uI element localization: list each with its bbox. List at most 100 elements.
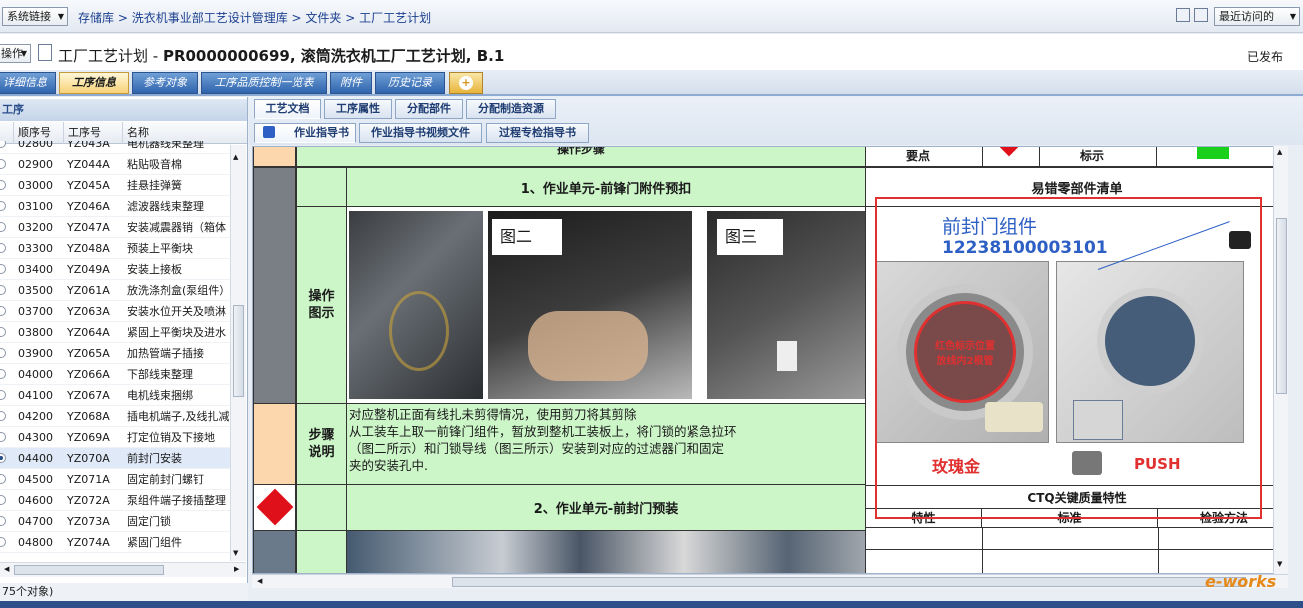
scroll-thumb[interactable] xyxy=(233,305,244,397)
scroll-thumb[interactable] xyxy=(14,565,164,575)
row-radio[interactable] xyxy=(0,432,6,442)
scroll-up-icon[interactable]: ▲ xyxy=(1277,148,1282,156)
row-radio[interactable] xyxy=(0,495,6,505)
table-row[interactable]: 03800 YZ064A 紧固上平衡块及进水 xyxy=(0,322,230,343)
scroll-left-icon[interactable]: ◀ xyxy=(4,565,9,573)
cell-seq: 04400 xyxy=(18,452,53,465)
row-radio[interactable] xyxy=(0,453,6,463)
list-icon[interactable] xyxy=(1194,8,1208,22)
work-instruction-document: 操作步骤 1、作业单元-前锋门附件预扣 操作图示 图二 图三 步骤说明 对应整机… xyxy=(252,146,1288,574)
tab-assigned-resources[interactable]: 分配制造资源 xyxy=(466,99,556,119)
row-radio[interactable] xyxy=(0,516,6,526)
cell-op: YZ066A xyxy=(67,368,110,381)
row-radio[interactable] xyxy=(0,201,6,211)
row-radio[interactable] xyxy=(0,348,6,358)
scroll-down-icon[interactable]: ▼ xyxy=(1277,560,1282,568)
row-radio[interactable] xyxy=(0,474,6,484)
row-radio[interactable] xyxy=(0,390,6,400)
breadcrumb-repository[interactable]: 存储库 xyxy=(78,11,114,25)
breadcrumb-current[interactable]: 工厂工艺计划 xyxy=(359,11,431,25)
unit1-title: 1、作业单元-前锋门附件预扣 xyxy=(346,167,866,207)
cell-op: YZ044A xyxy=(67,158,110,171)
tab-attachments[interactable]: 附件 xyxy=(330,72,372,94)
row-radio[interactable] xyxy=(0,243,6,253)
table-row[interactable]: 03000 YZ045A 挂悬挂弹簧 xyxy=(0,175,230,196)
table-row[interactable]: 04500 YZ071A 固定前封门螺钉 xyxy=(0,469,230,490)
horizontal-scrollbar[interactable]: ◀ ▶ xyxy=(0,562,246,577)
table-row[interactable]: 03700 YZ063A 安装水位开关及喷淋 xyxy=(0,301,230,322)
cell-name: 插电机端子,及线扎减 xyxy=(127,410,229,423)
status-badge: 已发布 xyxy=(1246,50,1283,64)
table-row[interactable]: 04300 YZ069A 打定位销及下接地 xyxy=(0,427,230,448)
table-row[interactable]: 04700 YZ073A 固定门锁 xyxy=(0,511,230,532)
vertical-scrollbar[interactable]: ▲ ▼ xyxy=(230,145,246,561)
row-radio[interactable] xyxy=(0,159,6,169)
scroll-up-icon[interactable]: ▲ xyxy=(233,153,238,161)
tab-assigned-parts[interactable]: 分配部件 xyxy=(395,99,463,119)
tab-details[interactable]: 详细信息 xyxy=(0,72,56,94)
wrench-icon xyxy=(263,126,275,138)
table-row[interactable]: 04800 YZ074A 紧固门组件 xyxy=(0,532,230,553)
row-radio[interactable] xyxy=(0,180,6,190)
table-row[interactable]: 03100 YZ046A 滤波器线束整理 xyxy=(0,196,230,217)
table-row[interactable]: 03500 YZ061A 放洗涤剂盒(泵组件） xyxy=(0,280,230,301)
cell-seq: 03000 xyxy=(18,179,53,192)
row-radio[interactable] xyxy=(0,141,6,148)
row-radio[interactable] xyxy=(0,369,6,379)
diagram-label: 操作图示 xyxy=(296,206,347,404)
tab-references[interactable]: 参考对象 xyxy=(132,72,198,94)
side-photo xyxy=(253,167,296,404)
row-radio[interactable] xyxy=(0,285,6,295)
document-horizontal-scrollbar[interactable]: ◀ xyxy=(252,574,1288,588)
tab-operations[interactable]: 工序信息 xyxy=(59,72,129,94)
row-radio[interactable] xyxy=(0,222,6,232)
tab-work-instruction[interactable]: 作业指导书 xyxy=(254,123,356,143)
tab-instruction-video[interactable]: 作业指导书视频文件 xyxy=(359,123,482,143)
table-row[interactable]: 02900 YZ044A 粘贴吸音棉 xyxy=(0,154,230,175)
scroll-thumb[interactable] xyxy=(1276,218,1287,394)
key-mark-cell xyxy=(253,484,296,531)
tab-history[interactable]: 历史记录 xyxy=(375,72,445,94)
breadcrumb-folder[interactable]: 文件夹 xyxy=(305,11,341,25)
table-row[interactable]: 03400 YZ049A 安装上接板 xyxy=(0,259,230,280)
actions-dropdown[interactable]: 操作 ▼ xyxy=(0,44,31,63)
table-row[interactable]: 04600 YZ072A 泵组件端子接插整理 xyxy=(0,490,230,511)
cell-name: 滤波器线束整理 xyxy=(127,200,204,213)
tab-inspection-guide[interactable]: 过程专检指导书 xyxy=(486,123,589,143)
system-links-dropdown[interactable]: 系统链接 ▼ xyxy=(2,7,68,26)
document-vertical-scrollbar[interactable]: ▲ ▼ xyxy=(1273,146,1288,574)
tab-op-attributes[interactable]: 工序属性 xyxy=(324,99,392,119)
table-row[interactable]: 04000 YZ066A 下部线束整理 xyxy=(0,364,230,385)
row-radio[interactable] xyxy=(0,411,6,421)
row-radio[interactable] xyxy=(0,306,6,316)
table-row[interactable]: 04200 YZ068A 插电机端子,及线扎减 xyxy=(0,406,230,427)
table-row[interactable]: 03200 YZ047A 安装减震器销（箱体 xyxy=(0,217,230,238)
row-radio[interactable] xyxy=(0,537,6,547)
table-row[interactable]: 04400 YZ070A 前封门安装 xyxy=(0,448,230,469)
cell-name: 安装减震器销（箱体 xyxy=(127,221,226,234)
window-icon[interactable] xyxy=(1176,8,1190,22)
scroll-left-icon[interactable]: ◀ xyxy=(257,577,262,585)
recent-dropdown[interactable]: 最近访问的 ▼ xyxy=(1214,7,1300,26)
table-row[interactable]: 03300 YZ048A 预装上平衡块 xyxy=(0,238,230,259)
cell-op: YZ065A xyxy=(67,347,110,360)
scroll-down-icon[interactable]: ▼ xyxy=(233,549,238,557)
unit2-title: 2、作业单元-前封门预装 xyxy=(346,484,866,531)
red-diamond-icon xyxy=(256,488,294,526)
taskbar xyxy=(0,601,1303,608)
row-radio[interactable] xyxy=(0,327,6,337)
scroll-right-icon[interactable]: ▶ xyxy=(234,565,239,573)
connector-shape xyxy=(777,341,797,371)
tab-quality-control[interactable]: 工序品质控制一览表 xyxy=(201,72,327,94)
table-row[interactable]: 03900 YZ065A 加热管端子插接 xyxy=(0,343,230,364)
table-row[interactable]: 04100 YZ067A 电机线束捆绑 xyxy=(0,385,230,406)
tab-process-docs[interactable]: 工艺文档 xyxy=(254,99,321,119)
cell-op: YZ063A xyxy=(67,305,110,318)
scroll-thumb[interactable] xyxy=(452,577,1246,587)
breadcrumb-library[interactable]: 洗衣机事业部工艺设计管理库 xyxy=(132,11,288,25)
photo-3: 图三 xyxy=(707,211,865,399)
row-radio[interactable] xyxy=(0,264,6,274)
table-row[interactable]: 02800 YZ043A 电机器线束整理 xyxy=(0,141,230,154)
green-arrow-icon xyxy=(1197,147,1229,159)
add-tab-button[interactable]: + xyxy=(449,72,483,94)
